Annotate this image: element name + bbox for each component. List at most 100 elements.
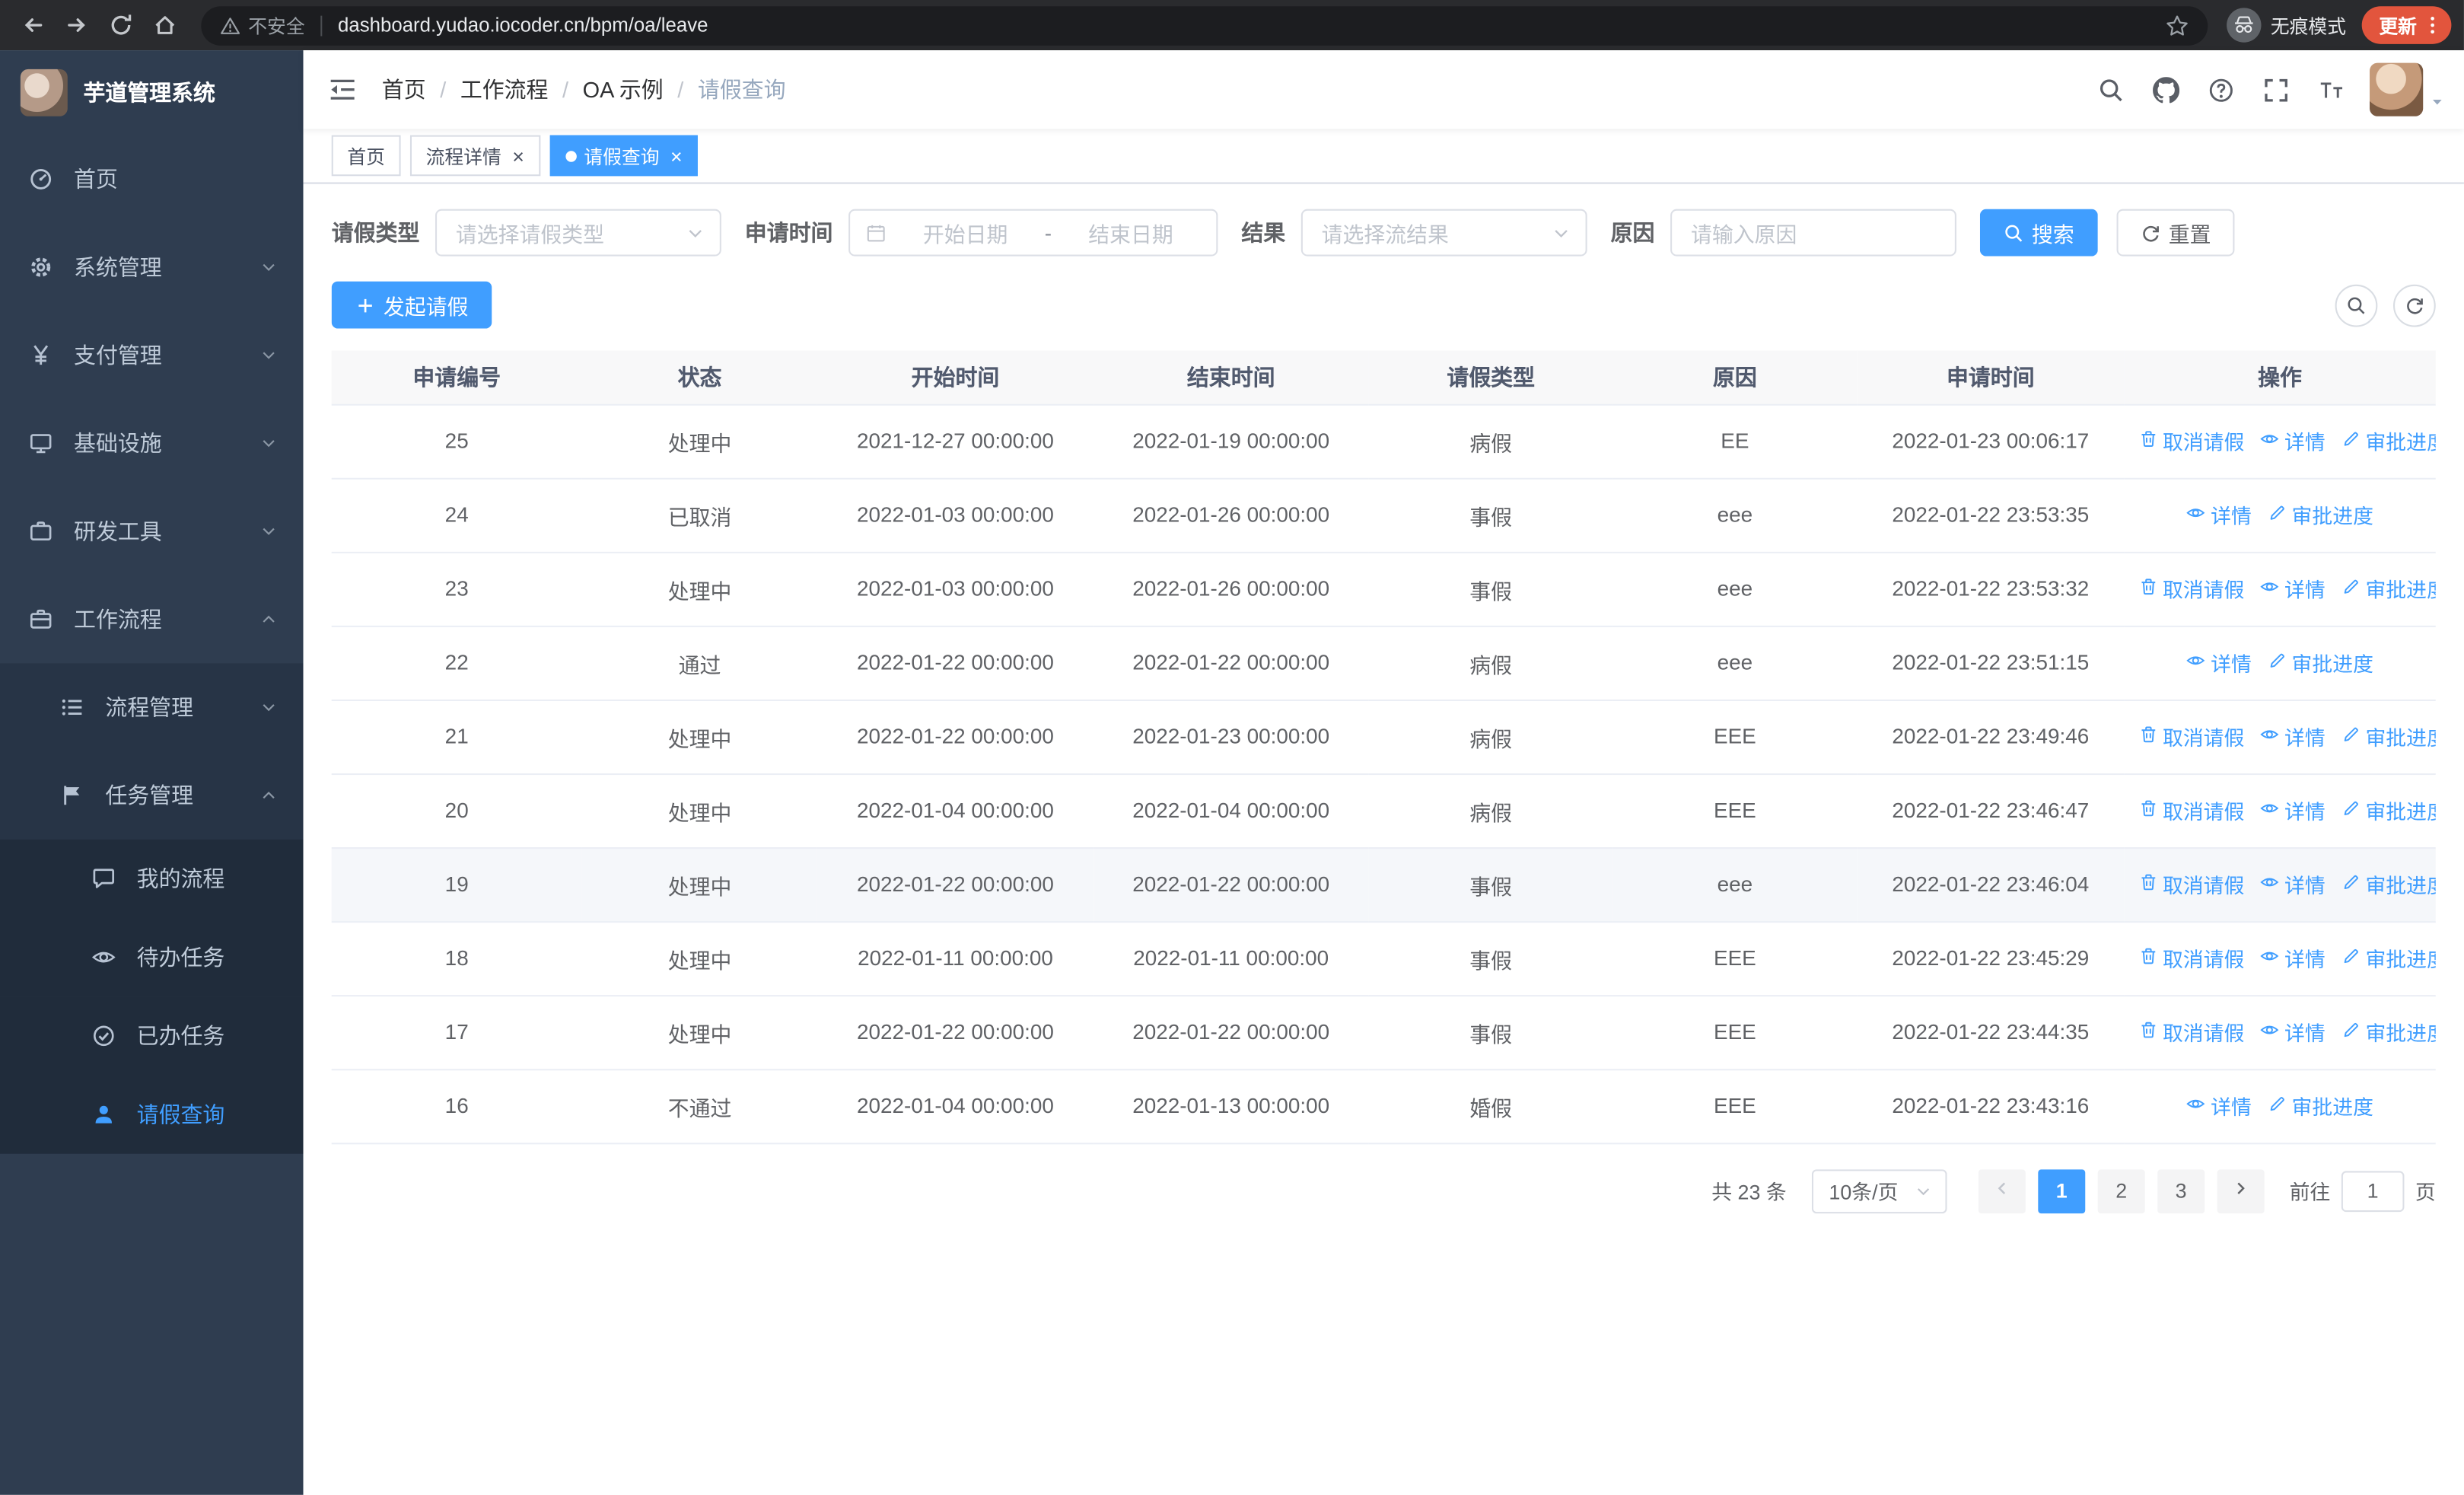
browser-reload-icon[interactable] [100, 5, 142, 46]
cancel-leave-link[interactable]: 取消请假 [2138, 574, 2244, 604]
header-search-icon[interactable] [2085, 65, 2135, 115]
sidebar-item-dev-tools[interactable]: 研发工具 [0, 487, 304, 575]
breadcrumb-item[interactable]: 首页 [382, 74, 426, 105]
reason-input[interactable]: 请输入原因 [1670, 209, 1956, 257]
cell-status: 通过 [581, 625, 818, 700]
detail-link[interactable]: 详情 [2260, 1017, 2326, 1047]
approval-progress-link[interactable]: 审批进度 [2341, 1017, 2436, 1047]
approval-progress-link[interactable]: 审批进度 [2268, 1091, 2373, 1120]
search-button[interactable]: 搜索 [1979, 209, 2098, 257]
cancel-leave-link[interactable]: 取消请假 [2138, 1017, 2244, 1047]
close-tab-icon[interactable]: × [670, 145, 683, 166]
sidebar-item-infrastructure[interactable]: 基础设施 [0, 400, 304, 488]
cell-leave-type: 事假 [1368, 477, 1613, 553]
approval-progress-link[interactable]: 审批进度 [2341, 426, 2436, 456]
url-text[interactable]: dashboard.yudao.iocoder.cn/bpm/oa/leave [338, 14, 2150, 37]
page-button-3[interactable]: 3 [2157, 1168, 2205, 1213]
reset-button[interactable]: 重置 [2116, 209, 2235, 257]
tab-home[interactable]: 首页 [331, 135, 401, 177]
approval-progress-link[interactable]: 审批进度 [2341, 795, 2436, 825]
browser-home-icon[interactable] [145, 5, 186, 46]
breadcrumb-item[interactable]: 工作流程 [460, 74, 549, 105]
app-logo: 芋道管理系统 [0, 50, 304, 135]
tab-process-detail[interactable]: 流程详情 × [409, 135, 540, 177]
detail-link[interactable]: 详情 [2260, 574, 2326, 604]
cancel-leave-link[interactable]: 取消请假 [2138, 869, 2244, 899]
update-label[interactable]: 更新 [2379, 11, 2417, 38]
sidebar-item-system-management[interactable]: 系统管理 [0, 223, 304, 311]
cancel-leave-link[interactable]: 取消请假 [2138, 722, 2244, 751]
cell-end-time: 2022-01-22 00:00:00 [1093, 995, 1369, 1070]
fullscreen-icon[interactable] [2250, 65, 2300, 115]
apply-time-range-picker[interactable]: 开始日期 - 结束日期 [848, 209, 1218, 257]
result-select[interactable]: 请选择流结果 [1300, 209, 1587, 257]
sidebar-item-done-tasks[interactable]: 已办任务 [0, 996, 304, 1076]
circle-check-icon [91, 1022, 118, 1049]
create-leave-button[interactable]: 发起请假 [331, 281, 492, 329]
cell-end-time: 2022-01-22 00:00:00 [1093, 625, 1369, 700]
page-size-select[interactable]: 10条/页 [1811, 1168, 1947, 1213]
detail-link[interactable]: 详情 [2186, 500, 2252, 530]
goto-page-input[interactable] [2341, 1170, 2405, 1212]
cell-status: 处理中 [581, 699, 818, 775]
edit-icon [2341, 724, 2361, 748]
page-button-2[interactable]: 2 [2097, 1168, 2145, 1213]
not-secure-label[interactable]: 不安全 [248, 11, 304, 38]
next-page-button[interactable] [2217, 1168, 2265, 1213]
filter-form: 请假类型 请选择请假类型 申请时间 开始日期 - 结束日期 结果 请选择流结果 … [332, 209, 2436, 257]
end-date-placeholder[interactable]: 结束日期 [1061, 217, 1200, 248]
sidebar-item-home[interactable]: 首页 [0, 135, 304, 224]
eye-icon [2260, 1020, 2280, 1044]
cancel-leave-link[interactable]: 取消请假 [2138, 426, 2244, 456]
sidebar-item-task-management[interactable]: 任务管理 [0, 751, 304, 840]
tab-leave-query[interactable]: 请假查询 × [549, 135, 699, 177]
cancel-leave-link[interactable]: 取消请假 [2138, 943, 2244, 973]
column-header: 结束时间 [1093, 350, 1369, 405]
approval-progress-link[interactable]: 审批进度 [2268, 648, 2373, 677]
browser-update-chip[interactable]: 更新 [2361, 6, 2452, 44]
detail-link[interactable]: 详情 [2260, 722, 2326, 751]
address-bar[interactable]: 不安全 dashboard.yudao.iocoder.cn/bpm/oa/le… [201, 5, 2208, 45]
browser-menu-icon[interactable] [2421, 14, 2443, 37]
avatar-caret-icon[interactable] [2429, 94, 2445, 110]
font-size-icon[interactable] [2305, 65, 2355, 115]
refresh-table-button[interactable] [2392, 283, 2436, 327]
sidebar-item-leave-query[interactable]: 请假查询 [0, 1075, 304, 1154]
detail-link[interactable]: 详情 [2260, 943, 2326, 973]
approval-progress-link[interactable]: 审批进度 [2341, 943, 2436, 973]
detail-link[interactable]: 详情 [2260, 795, 2326, 825]
sidebar-item-process-management[interactable]: 流程管理 [0, 663, 304, 752]
result-placeholder: 请选择流结果 [1321, 223, 1449, 247]
approval-progress-link[interactable]: 审批进度 [2341, 869, 2436, 899]
sidebar-item-my-processes[interactable]: 我的流程 [0, 839, 304, 918]
start-date-placeholder[interactable]: 开始日期 [896, 217, 1035, 248]
toggle-search-button[interactable] [2335, 283, 2378, 327]
sidebar-toggle-icon[interactable] [304, 77, 382, 102]
browser-forward-icon[interactable] [56, 5, 97, 46]
detail-link[interactable]: 详情 [2186, 648, 2252, 677]
leave-type-select[interactable]: 请选择请假类型 [435, 209, 721, 257]
approval-progress-link[interactable]: 审批进度 [2341, 574, 2436, 604]
browser-back-icon[interactable] [13, 5, 54, 46]
page-button-1[interactable]: 1 [2038, 1168, 2086, 1213]
help-icon[interactable] [2195, 65, 2246, 115]
cell-apply-time: 2022-01-22 23:46:04 [1857, 847, 2125, 923]
close-tab-icon[interactable]: × [512, 145, 524, 166]
action-label: 详情 [2284, 874, 2326, 898]
sidebar-item-payment-management[interactable]: 支付管理 [0, 311, 304, 400]
approval-progress-link[interactable]: 审批进度 [2341, 722, 2436, 751]
approval-progress-link[interactable]: 审批进度 [2268, 500, 2373, 530]
cancel-leave-link[interactable]: 取消请假 [2138, 795, 2244, 825]
github-icon[interactable] [2141, 65, 2191, 115]
edit-icon [2268, 1094, 2287, 1118]
prev-page-button[interactable] [1978, 1168, 2026, 1213]
detail-link[interactable]: 详情 [2260, 869, 2326, 899]
detail-link[interactable]: 详情 [2260, 426, 2326, 456]
sidebar-item-todo-tasks[interactable]: 待办任务 [0, 917, 304, 997]
detail-link[interactable]: 详情 [2186, 1091, 2252, 1120]
trash-icon [2138, 872, 2158, 897]
user-avatar[interactable] [2370, 62, 2424, 116]
sidebar-item-workflow[interactable]: 工作流程 [0, 575, 304, 664]
bookmark-star-icon[interactable] [2157, 5, 2198, 46]
breadcrumb-item[interactable]: OA 示例 [583, 74, 664, 105]
